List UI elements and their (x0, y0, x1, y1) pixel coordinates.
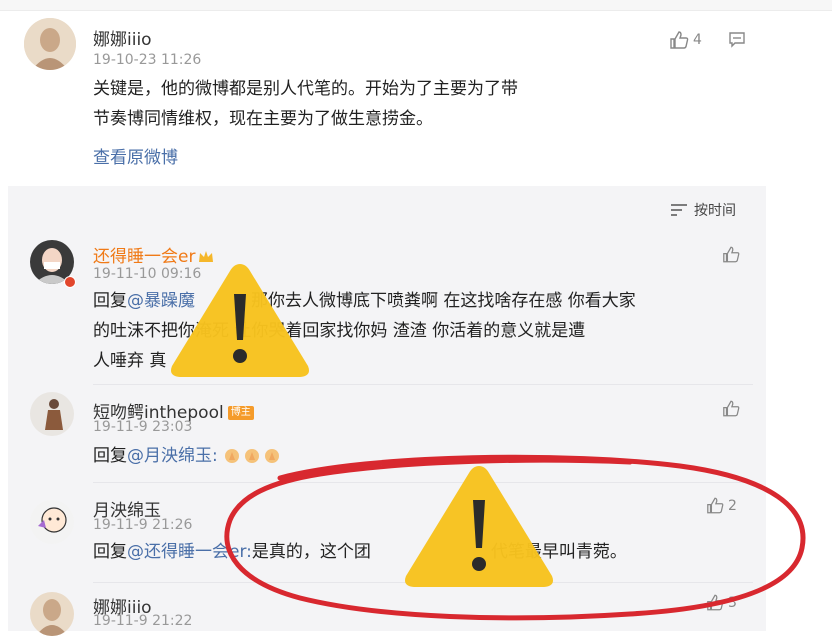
sort-label: 按时间 (694, 203, 736, 219)
avatar-image (30, 592, 74, 636)
avatar[interactable] (30, 592, 74, 636)
reply-2-like-button[interactable] (722, 400, 740, 417)
red-circle-annotation (224, 454, 806, 621)
post-text-line-2: 节奏博同情维权，现在主要为了做生意捞金。 (93, 109, 433, 129)
sort-icon (671, 204, 687, 216)
post-like-button[interactable]: 4 (669, 31, 702, 49)
thumbs-up-icon (723, 400, 740, 417)
thumbs-up-icon (723, 246, 740, 263)
post-author[interactable]: 娜娜iiio (93, 25, 152, 50)
verified-badge-icon (64, 276, 76, 288)
top-divider (0, 0, 832, 11)
blogger-badge: 博主 (227, 406, 254, 420)
reply-3-time: 19-11-9 21:26 (93, 517, 193, 533)
reply-2-time: 19-11-9 23:03 (93, 419, 193, 435)
avatar[interactable] (30, 500, 74, 544)
sort-by-time-button[interactable]: 按时间 (670, 200, 736, 220)
post-comment-button[interactable] (728, 31, 746, 49)
mention-link[interactable]: @月泱绵玉: (127, 446, 218, 466)
avatar-image (30, 392, 74, 436)
avatar[interactable] (24, 18, 76, 70)
avatar-image (30, 500, 74, 544)
post-time: 19-10-23 11:26 (93, 52, 202, 68)
view-original-link[interactable]: 查看原微博 (93, 143, 178, 174)
reply-prefix: 回复 (93, 291, 127, 311)
reply-prefix: 回复 (93, 542, 127, 562)
reply-prefix: 回复 (93, 446, 127, 466)
reply-1-line-3: 人唾弃 真 (93, 351, 167, 371)
avatar[interactable] (30, 392, 74, 436)
post-like-count: 4 (693, 32, 702, 48)
warning-icon (171, 264, 309, 377)
post-text-line-1: 关键是，他的微博都是别人代笔的。开始为了主要为了带 (93, 79, 518, 99)
comment-icon (729, 32, 745, 48)
thumbs-up-icon (670, 31, 689, 49)
avatar-image (24, 18, 76, 70)
reply-4-time: 19-11-9 21:22 (93, 613, 193, 629)
reply-1-like-button[interactable] (722, 246, 740, 263)
reply-divider (93, 384, 753, 385)
